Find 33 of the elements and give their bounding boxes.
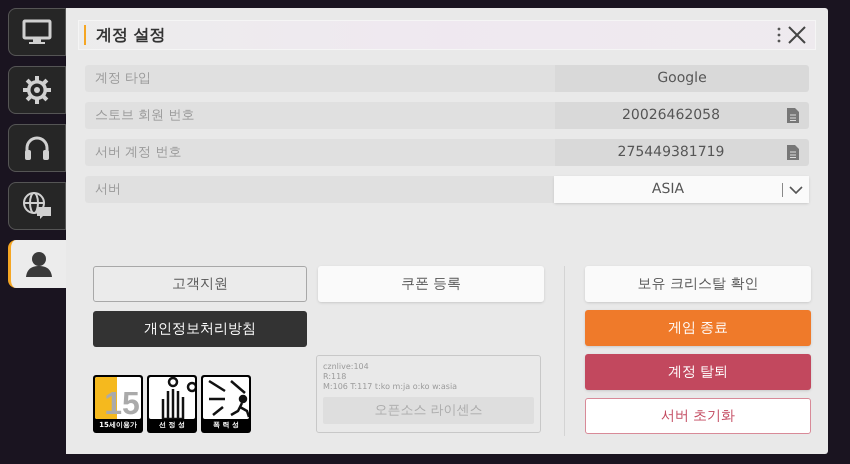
user-icon bbox=[24, 249, 54, 279]
row-value: 275449381719 bbox=[616, 143, 726, 162]
server-dropdown[interactable]: ASIA bbox=[554, 176, 809, 203]
sidebar-tab[interactable] bbox=[8, 8, 66, 56]
action-button[interactable]: 서버 초기화 bbox=[585, 398, 811, 434]
row-label: 서버 계정 번호 bbox=[85, 139, 555, 166]
sidebar-tab[interactable] bbox=[8, 182, 66, 230]
sidebar-tab[interactable] bbox=[8, 240, 66, 288]
row-value: Google bbox=[656, 69, 708, 88]
info-text: M:106 T:117 t:ko m:ja o:ko w:asia bbox=[323, 382, 458, 392]
info-text: cznlive:104 bbox=[323, 362, 370, 372]
globe-chat-icon bbox=[21, 190, 53, 222]
row-label: 계정 타입 bbox=[85, 65, 555, 92]
row-label: 서버 bbox=[85, 176, 554, 203]
info-text: R:118 bbox=[323, 372, 348, 382]
close-icon[interactable] bbox=[787, 25, 807, 45]
row-label: 스토브 회원 번호 bbox=[85, 102, 555, 129]
action-button[interactable]: 보유 크리스탈 확인 bbox=[585, 266, 811, 302]
chevron-down-icon bbox=[789, 186, 803, 194]
copy-icon[interactable] bbox=[787, 145, 799, 160]
action-button[interactable]: 개인정보처리방침 bbox=[93, 311, 307, 347]
window-title: 계정 설정 bbox=[96, 24, 167, 46]
row-value: 20026462058 bbox=[621, 106, 721, 125]
action-button[interactable]: 계정 탈퇴 bbox=[585, 354, 811, 390]
more-icon[interactable] bbox=[777, 27, 781, 43]
copy-icon[interactable] bbox=[787, 108, 799, 123]
settings-icon bbox=[22, 75, 52, 105]
monitor-icon bbox=[22, 18, 52, 46]
action-button[interactable]: 쿠폰 등록 bbox=[318, 266, 544, 302]
violence-icon bbox=[203, 377, 249, 419]
action-button[interactable]: 고객지원 bbox=[93, 266, 307, 302]
sidebar-tab[interactable] bbox=[8, 124, 66, 172]
sidebar-tab[interactable] bbox=[8, 66, 66, 114]
